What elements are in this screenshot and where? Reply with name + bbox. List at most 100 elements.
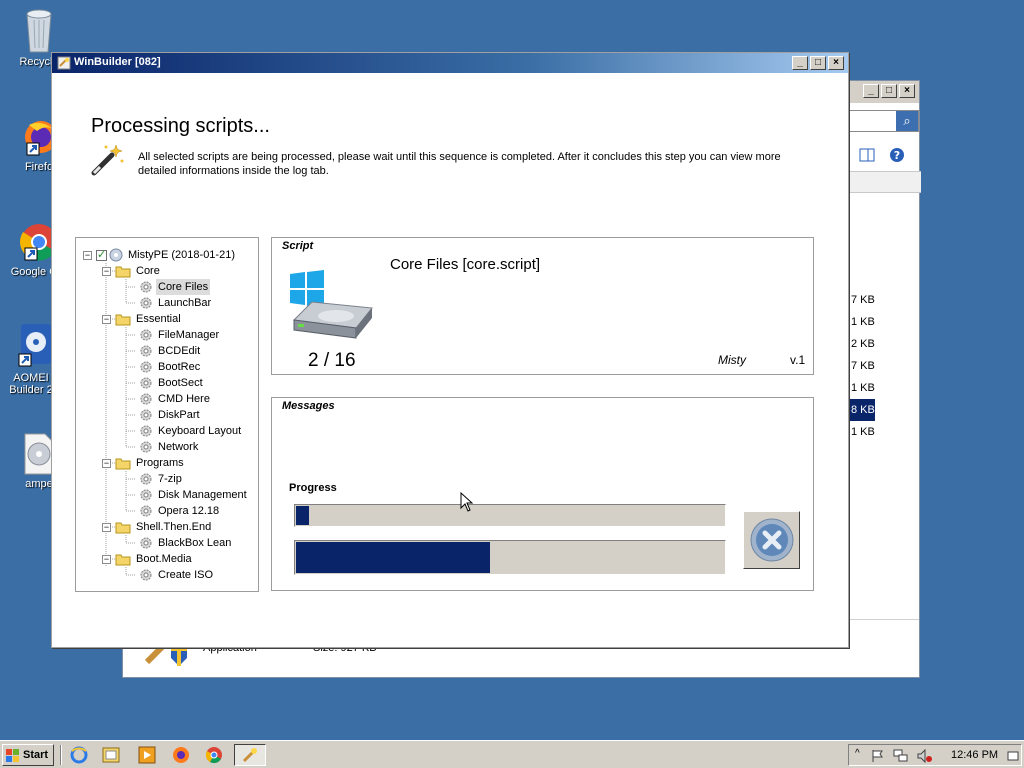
file-manager-icon[interactable] bbox=[102, 746, 120, 764]
background-toolbar: ? bbox=[859, 147, 905, 163]
help-icon[interactable]: ? bbox=[889, 147, 905, 163]
collapse-icon[interactable]: − bbox=[102, 458, 111, 468]
show-desktop-icon[interactable] bbox=[1007, 749, 1019, 763]
tree-folder-core[interactable]: − Core bbox=[102, 263, 162, 279]
search-icon[interactable]: ⌕ bbox=[896, 111, 918, 131]
close-icon[interactable]: × bbox=[899, 84, 915, 98]
collapse-icon[interactable]: − bbox=[102, 554, 111, 564]
volume-muted-icon[interactable] bbox=[917, 749, 933, 763]
tree-item-bcdedit[interactable]: BCDEdit bbox=[139, 343, 202, 359]
script-gear-icon bbox=[140, 537, 152, 549]
taskbar-winbuilder-button[interactable] bbox=[234, 744, 266, 766]
chrome-icon[interactable] bbox=[205, 746, 223, 764]
collapse-icon[interactable]: − bbox=[102, 522, 111, 532]
action-center-flag-icon[interactable] bbox=[871, 749, 885, 763]
preview-pane-icon[interactable] bbox=[859, 147, 875, 163]
window-titlebar[interactable]: WinBuilder [082] _ □ × bbox=[52, 53, 848, 73]
collapse-icon[interactable]: − bbox=[102, 314, 111, 324]
tree-root[interactable]: − ✓ MistyPE (2018-01-21) bbox=[83, 247, 237, 263]
tree-item-7zip[interactable]: 7-zip bbox=[139, 471, 184, 487]
file-size-cell[interactable]: 1 KB bbox=[849, 311, 921, 333]
cancel-button[interactable] bbox=[743, 511, 800, 569]
collapse-icon[interactable]: − bbox=[83, 250, 92, 260]
tree-item-label: DiskPart bbox=[158, 409, 200, 421]
media-player-icon[interactable] bbox=[138, 746, 156, 764]
minimize-icon[interactable]: _ bbox=[863, 84, 879, 98]
checkbox-checked[interactable]: ✓ bbox=[96, 249, 107, 261]
show-hidden-icons-icon[interactable]: ^ bbox=[855, 748, 860, 759]
tree-item-diskpart[interactable]: DiskPart bbox=[139, 407, 202, 423]
tree-item-keyboard-layout[interactable]: Keyboard Layout bbox=[139, 423, 243, 439]
tree-folder-essential[interactable]: − Essential bbox=[102, 311, 183, 327]
background-window-controls: _ □ × bbox=[863, 84, 915, 98]
maximize-icon[interactable]: □ bbox=[810, 56, 826, 70]
script-gear-icon bbox=[140, 441, 152, 453]
script-tree[interactable]: − ✓ MistyPE (2018-01-21) − Core Core Fil… bbox=[75, 237, 259, 592]
tree-item-label-selected: Core Files bbox=[156, 279, 211, 295]
winbuilder-window[interactable]: WinBuilder [082] _ □ × Processing script… bbox=[51, 52, 849, 648]
background-column-header[interactable] bbox=[849, 171, 921, 193]
script-panel-label: Script bbox=[282, 240, 314, 252]
tree-item-label: BootRec bbox=[158, 361, 201, 373]
file-size-cell[interactable]: 7 KB bbox=[849, 289, 921, 311]
script-name: Core Files [core.script] bbox=[390, 256, 541, 273]
tree-item-label: Create ISO bbox=[158, 569, 214, 581]
script-counter: 2 / 16 bbox=[308, 350, 356, 371]
taskbar-separator bbox=[60, 745, 62, 765]
internet-explorer-icon[interactable] bbox=[70, 746, 88, 764]
tree-item-filemanager[interactable]: FileManager bbox=[139, 327, 221, 343]
tree-item-bootsect[interactable]: BootSect bbox=[139, 375, 205, 391]
script-version: v.1 bbox=[790, 353, 806, 367]
network-icon[interactable] bbox=[893, 749, 909, 763]
tree-item-label: LaunchBar bbox=[158, 297, 212, 309]
magic-wand-icon bbox=[91, 144, 124, 176]
taskbar-clock[interactable]: 12:46 PM bbox=[951, 749, 998, 761]
tree-item-blackbox-lean[interactable]: BlackBox Lean bbox=[139, 535, 233, 551]
script-gear-icon bbox=[140, 473, 152, 485]
tree-item-label: CMD Here bbox=[158, 393, 210, 405]
winbuilder-app-icon bbox=[57, 56, 71, 70]
aomei-icon bbox=[18, 324, 51, 367]
script-gear-icon bbox=[140, 489, 152, 501]
tree-item-cmd-here[interactable]: CMD Here bbox=[139, 391, 212, 407]
background-search-input[interactable]: ⌕ bbox=[849, 110, 919, 132]
script-gear-icon bbox=[140, 329, 152, 341]
maximize-icon[interactable]: □ bbox=[881, 84, 897, 98]
file-size-cell[interactable]: 7 KB bbox=[849, 355, 921, 377]
collapse-icon[interactable]: − bbox=[102, 266, 111, 276]
file-size-cell[interactable]: 1 KB bbox=[849, 421, 921, 443]
start-button[interactable]: Start bbox=[2, 744, 54, 766]
script-gear-icon bbox=[140, 281, 152, 293]
tree-item-network[interactable]: Network bbox=[139, 439, 200, 455]
tree-folder-label: Programs bbox=[136, 457, 184, 469]
tree-item-core-files[interactable]: Core Files bbox=[139, 279, 211, 295]
file-size-cell[interactable]: 1 KB bbox=[849, 377, 921, 399]
script-panel: Script Core Files [core.script] 2 / 16 M… bbox=[271, 237, 814, 375]
script-author: Misty bbox=[718, 353, 746, 367]
script-gear-icon bbox=[140, 569, 152, 581]
folder-icon bbox=[115, 554, 131, 565]
tree-folder-programs[interactable]: − Programs bbox=[102, 455, 186, 471]
tree-folder-shell-then-end[interactable]: − Shell.Then.End bbox=[102, 519, 213, 535]
tree-folder-boot-media[interactable]: − Boot.Media bbox=[102, 551, 194, 567]
script-gear-icon bbox=[140, 345, 152, 357]
tree-item-launchbar[interactable]: LaunchBar bbox=[139, 295, 213, 311]
firefox-icon[interactable] bbox=[172, 746, 190, 764]
progress-label: Progress bbox=[289, 482, 337, 494]
file-size-cell-selected[interactable]: 8 KB bbox=[849, 399, 875, 421]
taskbar: Start ^ 12:46 PM bbox=[0, 740, 1024, 768]
winbuilder-app-icon bbox=[242, 748, 257, 763]
tree-item-opera[interactable]: Opera 12.18 bbox=[139, 503, 221, 519]
window-controls: _ □ × bbox=[792, 56, 844, 70]
tree-item-disk-management[interactable]: Disk Management bbox=[139, 487, 249, 503]
file-size-cell[interactable]: 2 KB bbox=[849, 333, 921, 355]
script-gear-icon bbox=[140, 425, 152, 437]
tree-folder-label: Essential bbox=[136, 313, 181, 325]
tree-item-bootrec[interactable]: BootRec bbox=[139, 359, 202, 375]
minimize-icon[interactable]: _ bbox=[792, 56, 808, 70]
recycle-bin-icon bbox=[26, 9, 52, 53]
close-icon[interactable]: × bbox=[828, 56, 844, 70]
windows-flag-icon bbox=[6, 749, 19, 762]
tree-item-create-iso[interactable]: Create ISO bbox=[139, 567, 215, 583]
messages-panel: Messages Progress bbox=[271, 397, 814, 591]
